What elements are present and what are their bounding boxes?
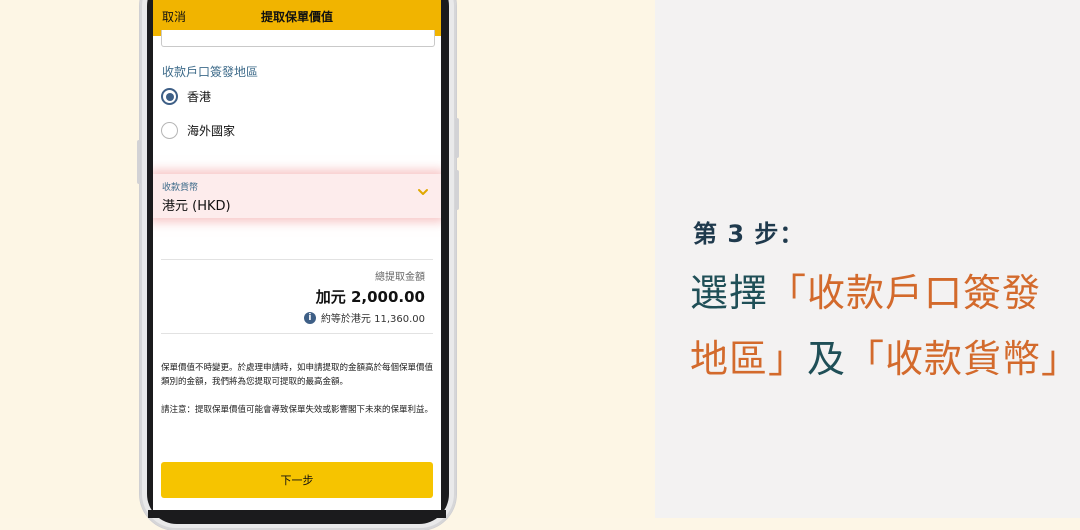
app-screen: 取消 提取保單價值 收款戶口簽發地區 香港 海外國家 收款貨幣 港元 (HKD)… — [153, 0, 441, 510]
phone-bottom-bezel — [148, 510, 446, 518]
account-region-label: 收款戶口簽發地區 — [162, 65, 259, 79]
instruction-highlight-currency: 「收款貨幣」 — [846, 337, 1080, 381]
radio-label-hong-kong: 香港 — [187, 90, 212, 104]
right-background — [655, 0, 1080, 518]
next-step-button[interactable]: 下一步 — [161, 462, 433, 498]
radio-button-checked[interactable] — [161, 88, 178, 105]
divider — [161, 333, 433, 334]
previous-input-field[interactable] — [161, 30, 435, 47]
total-withdrawal-amount: 加元 2,000.00 — [315, 288, 425, 306]
instruction-line-2: 地區」及「收款貨幣」 — [690, 328, 1080, 383]
page-title: 提取保單價值 — [260, 10, 333, 24]
currency-label: 收款貨幣 — [162, 183, 199, 193]
instruction-select-word: 選擇 — [690, 271, 769, 315]
currency-value: 港元 (HKD) — [162, 199, 231, 214]
step-heading: 第 3 步： — [693, 220, 805, 248]
chevron-down-icon[interactable] — [417, 186, 429, 198]
info-icon[interactable]: i — [303, 311, 316, 324]
phone-side-button-left — [137, 140, 141, 184]
radio-option-hong-kong[interactable]: 香港 — [161, 88, 211, 105]
currency-select[interactable]: 收款貨幣 港元 (HKD) — [153, 174, 441, 218]
approx-amount-row: i 約等於港元 11,360.00 — [303, 310, 425, 325]
warning-note: 請注意：提取保單價值可能會導致保單失效或影響閣下未來的保單利益。 — [161, 405, 434, 415]
instruction-highlight-region: 「收款戶口簽發 — [768, 271, 1042, 315]
total-withdrawal-label: 總提取金額 — [375, 272, 425, 283]
divider — [161, 259, 433, 260]
policy-value-note: 保單價值不時變更。於處理申請時，如申請提取的金額高於每個保單價值類別的金額，我們… — [161, 363, 434, 387]
radio-button-unchecked[interactable] — [161, 122, 178, 139]
phone-side-button-right-1 — [455, 118, 459, 158]
radio-option-overseas[interactable]: 海外國家 — [161, 122, 235, 139]
phone-side-button-right-2 — [455, 170, 459, 210]
instruction-highlight-region-end: 地區」 — [690, 337, 808, 381]
approx-amount: 約等於港元 11,360.00 — [320, 314, 425, 325]
instruction-and-word: 及 — [807, 337, 847, 381]
radio-label-overseas: 海外國家 — [187, 124, 236, 138]
instruction-line-1: 選擇「收款戶口簽發 — [690, 262, 1041, 317]
